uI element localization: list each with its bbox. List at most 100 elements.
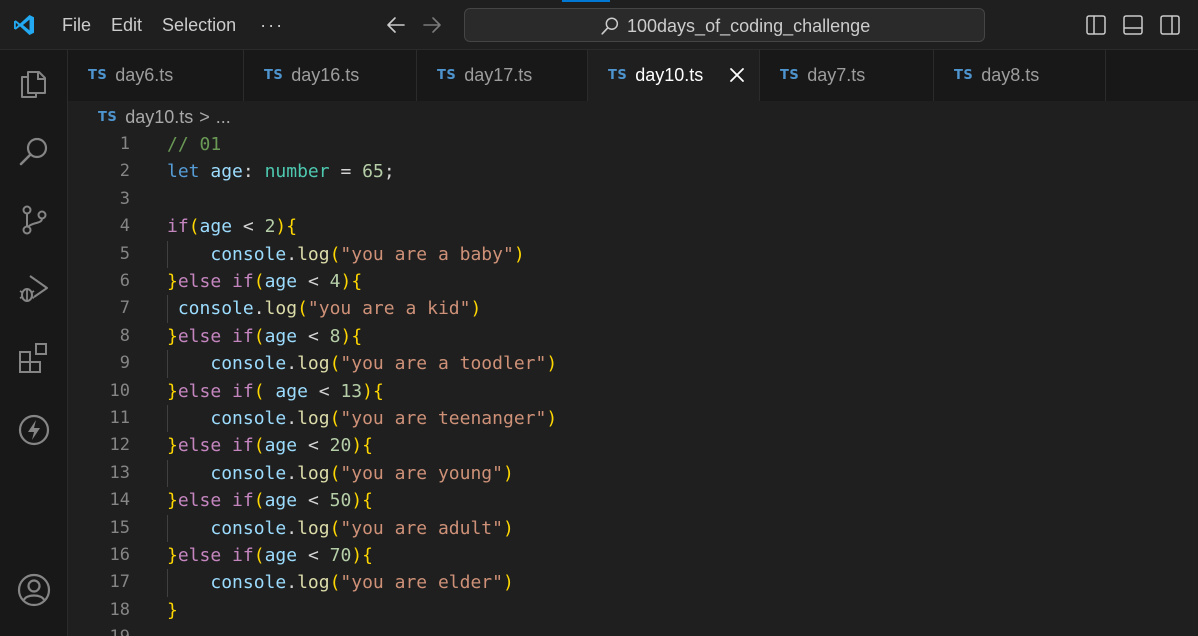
line-number: 13 bbox=[109, 462, 130, 483]
tab-label: day7.ts bbox=[807, 65, 866, 85]
line-number: 18 bbox=[109, 599, 130, 620]
arrow-left-icon[interactable] bbox=[384, 13, 408, 37]
code-line[interactable]: 13 console.log("you are young") bbox=[68, 459, 1198, 488]
tab-bar: TS day6.ts TS day16.ts TS day17.ts TS da… bbox=[68, 50, 1198, 101]
vscode-logo-icon bbox=[14, 15, 34, 35]
code-line[interactable]: 15 console.log("you are adult") bbox=[68, 514, 1198, 542]
code-text: console.log("you are a toodler") bbox=[210, 353, 558, 375]
menu-selection[interactable]: Selection bbox=[152, 0, 246, 50]
code-line[interactable]: 16 }else if(age < 70){ bbox=[68, 542, 1198, 569]
line-number: 5 bbox=[119, 243, 130, 264]
toggle-primary-sidebar-icon[interactable] bbox=[1085, 14, 1107, 36]
close-icon[interactable] bbox=[727, 65, 747, 85]
code-text: // 01 bbox=[167, 134, 222, 155]
account-icon[interactable] bbox=[16, 572, 52, 608]
code-text: console.log("you are young") bbox=[210, 462, 514, 484]
menu-file[interactable]: File bbox=[52, 0, 101, 50]
code-text: }else if(age < 70){ bbox=[167, 545, 373, 566]
command-center[interactable]: 100days_of_coding_challenge bbox=[464, 8, 985, 42]
tab-day8[interactable]: TS day8.ts bbox=[934, 50, 1106, 101]
menu-more[interactable]: ··· bbox=[246, 0, 298, 50]
code-line[interactable]: 1 // 01 bbox=[68, 131, 1198, 158]
code-line[interactable]: 10}else if( age < 13){ bbox=[68, 378, 1198, 405]
code-line[interactable]: 7 console.log("you are a kid") bbox=[68, 295, 1198, 323]
explorer-icon[interactable] bbox=[16, 66, 52, 102]
toggle-secondary-sidebar-icon[interactable] bbox=[1159, 14, 1181, 36]
tab-day6[interactable]: TS day6.ts bbox=[68, 50, 244, 101]
line-number: 16 bbox=[109, 545, 130, 565]
code-line[interactable]: 5 console.log("you are a baby") bbox=[68, 240, 1198, 268]
tab-day16[interactable]: TS day16.ts bbox=[244, 50, 417, 101]
title-accent-bar bbox=[562, 0, 610, 2]
tab-label: day17.ts bbox=[464, 65, 533, 85]
code-line[interactable]: 19 bbox=[68, 624, 1198, 636]
tab-day10[interactable]: TS day10.ts bbox=[588, 50, 760, 101]
line-number: 9 bbox=[119, 353, 130, 374]
line-number: 7 bbox=[119, 298, 130, 319]
line-number: 4 bbox=[119, 216, 130, 237]
line-number: 6 bbox=[119, 271, 130, 291]
extensions-icon[interactable] bbox=[16, 340, 52, 376]
line-number: 17 bbox=[109, 572, 130, 593]
search-icon bbox=[601, 17, 619, 35]
toggle-panel-icon[interactable] bbox=[1122, 14, 1144, 36]
code-line[interactable]: 8 }else if(age < 8){ bbox=[68, 323, 1198, 350]
line-number: 19 bbox=[68, 624, 130, 636]
code-line[interactable]: 9 console.log("you are a toodler") bbox=[68, 350, 1198, 378]
line-number: 15 bbox=[109, 517, 130, 538]
breadcrumb-separator: > bbox=[199, 106, 210, 127]
typescript-file-icon: TS bbox=[780, 68, 800, 83]
code-text: }else if(age < 8){ bbox=[167, 325, 363, 347]
code-line[interactable]: 12 }else if(age < 20){ bbox=[68, 432, 1198, 459]
code-line[interactable]: 3 bbox=[68, 186, 1198, 213]
code-line[interactable]: 6 }else if(age < 4){ bbox=[68, 268, 1198, 295]
run-debug-icon[interactable] bbox=[16, 270, 52, 306]
arrow-right-icon[interactable] bbox=[420, 13, 444, 37]
source-control-icon[interactable] bbox=[16, 202, 52, 238]
tab-label: day8.ts bbox=[981, 65, 1040, 85]
menu-edit[interactable]: Edit bbox=[101, 0, 152, 50]
code-editor[interactable]: 1 // 01 2 let age: number = 65; 3 4 if(age < 2… bbox=[68, 131, 1198, 636]
breadcrumb: TS day10.ts > ... bbox=[98, 104, 231, 130]
breadcrumb-symbols[interactable]: ... bbox=[216, 107, 231, 128]
command-center-text: 100days_of_coding_challenge bbox=[627, 16, 871, 36]
code-line[interactable]: 4 if(age < 2){ bbox=[68, 213, 1198, 240]
code-text: console.log("you are a baby") bbox=[210, 243, 525, 265]
code-text: console.log("you are adult") bbox=[210, 517, 514, 539]
code-text: }else if(age < 50){ bbox=[167, 490, 373, 512]
code-text: }else if(age < 20){ bbox=[167, 435, 373, 457]
typescript-file-icon: TS bbox=[437, 68, 457, 83]
code-text: }else if( age < 13){ bbox=[167, 380, 384, 402]
line-number: 12 bbox=[109, 435, 130, 456]
line-number: 3 bbox=[119, 188, 130, 209]
breadcrumb-file[interactable]: day10.ts bbox=[125, 107, 193, 128]
menu-bar: File Edit Selection ··· bbox=[52, 0, 298, 50]
tab-label: day16.ts bbox=[291, 65, 360, 85]
line-number: 1 bbox=[119, 134, 130, 154]
typescript-file-icon: TS bbox=[98, 109, 118, 125]
line-number: 11 bbox=[109, 408, 130, 428]
code-line[interactable]: 11 console.log("you are teenanger") bbox=[68, 405, 1198, 433]
code-line[interactable]: 18} bbox=[68, 597, 1198, 624]
typescript-file-icon: TS bbox=[264, 68, 284, 83]
tab-label: day10.ts bbox=[635, 65, 704, 85]
code-text: let age: number = 65; bbox=[167, 161, 395, 183]
typescript-file-icon: TS bbox=[608, 68, 628, 83]
line-number: 8 bbox=[119, 325, 130, 346]
search-icon[interactable] bbox=[16, 134, 52, 170]
activity-bar bbox=[0, 50, 68, 636]
code-text: console.log("you are a kid") bbox=[177, 298, 482, 320]
tab-day7[interactable]: TS day7.ts bbox=[760, 50, 934, 101]
code-line[interactable]: 2 let age: number = 65; bbox=[68, 158, 1198, 185]
code-text: }else if(age < 4){ bbox=[167, 271, 363, 292]
title-bar: File Edit Selection ··· 100days_of_codin… bbox=[0, 0, 1198, 50]
line-number: 14 bbox=[109, 490, 130, 511]
code-line[interactable]: 17 console.log("you are elder") bbox=[68, 569, 1198, 597]
tab-label: day6.ts bbox=[115, 65, 174, 85]
code-text: } bbox=[167, 599, 178, 621]
typescript-file-icon: TS bbox=[88, 68, 108, 83]
line-number: 2 bbox=[119, 161, 130, 182]
tab-day17[interactable]: TS day17.ts bbox=[417, 50, 588, 101]
code-line[interactable]: 14 }else if(age < 50){ bbox=[68, 487, 1198, 514]
lightning-icon[interactable] bbox=[16, 412, 52, 448]
